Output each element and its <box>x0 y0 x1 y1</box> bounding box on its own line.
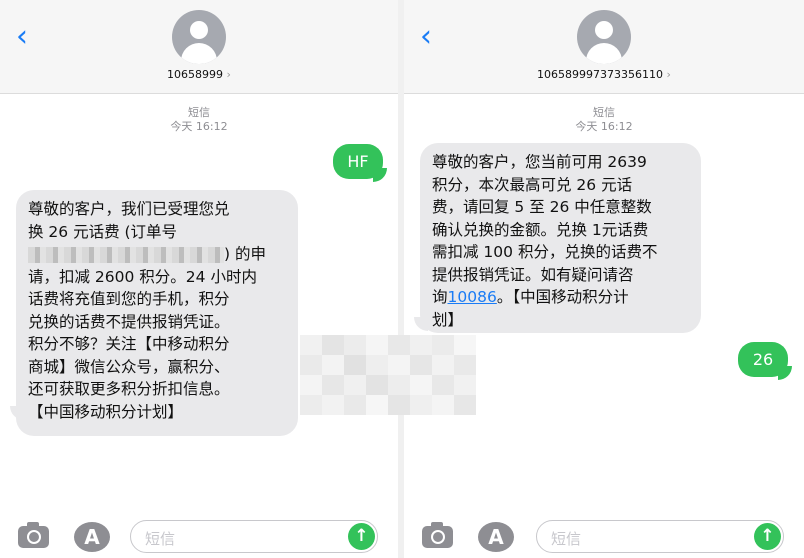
right-conversation: ‹ 106589997373356110 › 短信 今天 16:12 尊敬的客户… <box>404 0 804 558</box>
conversation-header: ‹ 106589997373356110 › <box>404 0 804 94</box>
left-conversation: ‹ 10658999 › 短信 今天 16:12 HF 尊敬的客户，我们已受理您… <box>0 0 398 558</box>
send-arrow-icon[interactable]: ↑ <box>754 523 781 550</box>
bubble-tail <box>10 406 24 420</box>
message-meta: 短信 今天 16:12 <box>575 106 633 133</box>
message-meta: 短信 今天 16:12 <box>170 106 228 133</box>
camera-icon[interactable] <box>18 522 49 548</box>
chevron-right-icon: › <box>666 68 671 81</box>
send-arrow-icon[interactable]: ↑ <box>348 523 375 550</box>
contact-name[interactable]: 10658999 › <box>0 68 398 81</box>
conversation-header: ‹ 10658999 › <box>0 0 398 94</box>
contact-avatar-icon[interactable] <box>172 10 226 64</box>
bubble-tail <box>373 168 387 182</box>
camera-icon[interactable] <box>422 522 453 548</box>
back-chevron-icon[interactable]: ‹ <box>16 22 28 52</box>
redacted-order-number <box>28 246 224 263</box>
message-input[interactable]: 短信 ↑ <box>536 520 784 553</box>
phone-link[interactable]: 10086 <box>448 288 497 306</box>
message-input[interactable]: 短信 ↑ <box>130 520 378 553</box>
bubble-tail <box>778 366 792 380</box>
compose-bar: A 短信 ↑ <box>404 510 804 558</box>
incoming-message[interactable]: 尊敬的客户，您当前可用 2639 积分，本次最高可兑 26 元话 费，请回复 5… <box>420 143 701 333</box>
compose-bar: A 短信 ↑ <box>0 510 398 558</box>
app-store-icon[interactable]: A <box>478 522 514 552</box>
contact-name[interactable]: 106589997373356110 › <box>404 68 804 81</box>
bubble-tail <box>414 317 428 331</box>
incoming-message[interactable]: 尊敬的客户，我们已受理您兑 换 26 元话费 (订单号 ) 的申 请，扣减 26… <box>16 190 298 436</box>
chevron-right-icon: › <box>226 68 231 81</box>
contact-avatar-icon[interactable] <box>577 10 631 64</box>
privacy-mosaic <box>300 335 510 435</box>
app-store-icon[interactable]: A <box>74 522 110 552</box>
back-chevron-icon[interactable]: ‹ <box>420 22 432 52</box>
